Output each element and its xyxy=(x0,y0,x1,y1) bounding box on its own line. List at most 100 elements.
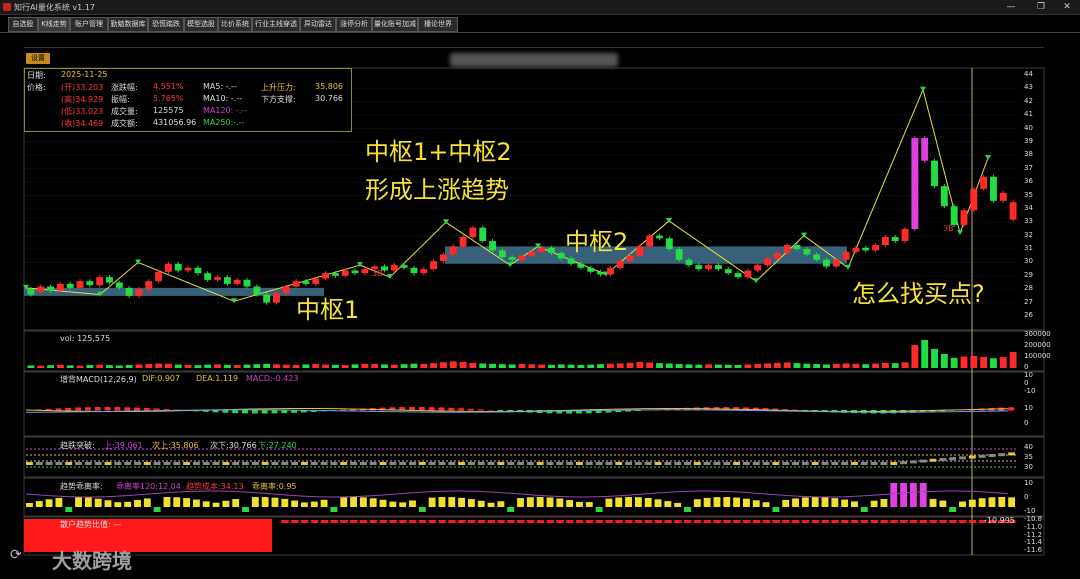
candle xyxy=(960,210,968,225)
trend-mark xyxy=(988,454,996,457)
retail-ratio-bar xyxy=(939,520,947,523)
volume-bar xyxy=(803,363,811,368)
retail-ratio-bar xyxy=(919,520,928,523)
ratio-bar xyxy=(870,500,878,507)
candle xyxy=(106,277,113,283)
trend-mark xyxy=(507,462,515,465)
retail-ratio-bar xyxy=(576,520,584,523)
trend-mark xyxy=(556,462,564,465)
volume-bar xyxy=(773,362,781,368)
candle xyxy=(312,278,320,284)
volume-bar xyxy=(233,365,241,368)
retail-ratio-bar xyxy=(526,520,535,523)
retail-ratio-bar xyxy=(752,520,761,523)
trend-mark xyxy=(978,454,986,458)
retail-ratio-bar xyxy=(733,520,741,523)
trend-mark xyxy=(851,462,858,465)
ratio-a: 乖离率120:12.04 xyxy=(116,482,181,491)
volume-bar xyxy=(312,364,320,368)
ma5: MA5: -.-- xyxy=(203,82,237,91)
volume-bar xyxy=(420,363,428,368)
ratio-panel-label: 趋势乖离率: xyxy=(60,482,103,491)
vol-axis-tick: 100000 xyxy=(1024,352,1051,360)
ratio-bar xyxy=(310,501,318,507)
candle xyxy=(872,245,880,251)
trend-mark xyxy=(153,462,161,465)
vol-value: 125575 xyxy=(153,106,184,115)
trend-mark xyxy=(762,462,770,465)
down-support-label: 下方支撑: xyxy=(261,95,296,104)
macd-bar xyxy=(458,408,465,411)
volume-bar xyxy=(872,363,880,368)
candle xyxy=(115,282,123,288)
volume-bar xyxy=(931,348,938,368)
volume-bar xyxy=(351,364,359,368)
retail-ratio-bar xyxy=(458,520,466,523)
candle xyxy=(66,283,74,288)
trend-mark xyxy=(379,462,387,465)
price-axis-tick: 37 xyxy=(1024,163,1033,172)
candle xyxy=(125,287,133,296)
trend-mark xyxy=(330,462,338,465)
trend-mark xyxy=(163,462,171,465)
ratio-bar xyxy=(693,499,701,507)
volume-bar xyxy=(724,364,732,368)
ratio-bar xyxy=(340,497,348,507)
trend-mark xyxy=(65,462,73,465)
retail-ratio-bar xyxy=(959,520,967,523)
ratio-bar xyxy=(782,499,790,507)
ratio-bar xyxy=(733,497,741,507)
ratio-bar xyxy=(143,498,151,507)
volume-bar xyxy=(439,362,447,368)
candle xyxy=(194,267,202,274)
pivot-marker xyxy=(753,278,759,284)
macd-bar xyxy=(261,410,268,414)
candle xyxy=(518,255,526,260)
ratio-bar xyxy=(703,497,711,507)
trend-mark xyxy=(801,462,809,465)
candle xyxy=(665,238,673,250)
price-axis-tick: 34 xyxy=(1024,203,1033,212)
candle xyxy=(587,267,595,272)
volume-bar xyxy=(361,363,369,368)
retail-ratio-bar xyxy=(693,520,702,523)
trend-mark xyxy=(900,461,908,465)
volume-bar xyxy=(125,364,133,368)
candle xyxy=(597,271,605,275)
volume-bar xyxy=(813,364,821,368)
volume-bar xyxy=(76,365,84,368)
trend-mark xyxy=(870,462,878,465)
ratio-bar xyxy=(202,501,210,507)
volume-bar xyxy=(970,355,978,368)
macd-axis-tick: -10 xyxy=(1024,387,1036,395)
candle xyxy=(577,263,585,268)
ratio-bar xyxy=(585,502,593,507)
retail-ratio-bar xyxy=(674,520,682,523)
retail-ratio-bar xyxy=(350,520,358,523)
ratio-bar xyxy=(183,498,191,507)
ratio-bar xyxy=(163,497,171,507)
retail-ratio-bar xyxy=(359,520,368,523)
candle xyxy=(361,269,369,274)
macd-bar xyxy=(75,407,82,411)
ratio-bar xyxy=(35,501,43,507)
ratio-bar xyxy=(929,498,937,507)
retail-ratio-bar xyxy=(536,520,545,523)
candle xyxy=(498,250,506,258)
price-axis-tick: 26 xyxy=(1024,311,1033,319)
volume-bar xyxy=(950,357,958,368)
volume-bar xyxy=(548,364,555,368)
volume-bar xyxy=(86,365,94,368)
ratio-bar xyxy=(114,502,122,507)
candle xyxy=(410,267,418,274)
candle xyxy=(636,246,644,256)
candle xyxy=(656,235,663,239)
candle xyxy=(331,273,339,276)
price-label: 价格: xyxy=(27,83,46,92)
macd-bar xyxy=(104,407,111,411)
ratio-bar xyxy=(487,502,495,507)
trend-mark xyxy=(733,462,741,465)
trend-mark xyxy=(192,462,200,465)
volume-bar xyxy=(832,363,840,368)
trend-mark xyxy=(458,462,466,465)
